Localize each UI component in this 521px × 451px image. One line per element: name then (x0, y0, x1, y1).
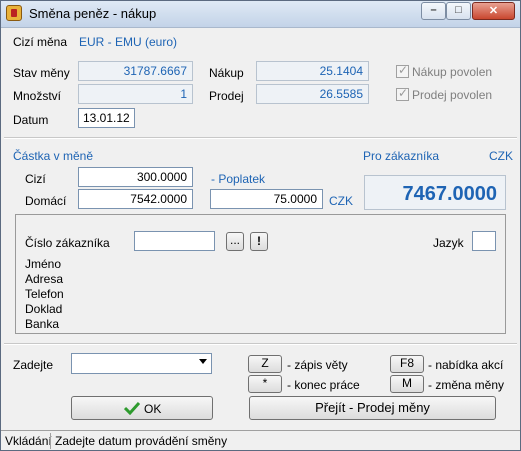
divider (4, 343, 517, 345)
purchase-rate-field: 25.1404 (256, 61, 369, 81)
document-label: Doklad (25, 302, 63, 316)
foreign-amount-input[interactable]: 300.0000 (78, 167, 193, 187)
amount-section-title: Částka v měně (13, 149, 94, 163)
foreign-amount-label: Cizí (25, 172, 46, 186)
shortcut-key-star[interactable]: * (248, 375, 282, 393)
language-label: Jazyk (433, 236, 464, 250)
ok-label: OK (144, 402, 162, 416)
check-icon (124, 401, 140, 415)
customer-total-label: Pro zákazníka (363, 149, 440, 163)
status-message: Zadejte datum provádění směny (55, 434, 228, 448)
title-bar[interactable]: Směna peněz - nákup – □ ✕ (1, 1, 520, 28)
quantity-field: 1 (78, 84, 193, 104)
foreign-currency-label: Cizí měna (13, 35, 68, 49)
shortcut-label-f8: - nabídka akcí (428, 358, 504, 372)
fee-input[interactable]: 75.0000 (210, 189, 323, 209)
fee-currency: CZK (329, 194, 353, 208)
quantity-label: Množství (13, 89, 62, 103)
customer-number-input[interactable] (134, 231, 215, 251)
chevron-down-icon[interactable] (199, 359, 207, 364)
shortcut-key-f8[interactable]: F8 (390, 355, 424, 373)
entry-combobox[interactable] (71, 353, 212, 374)
minimize-button[interactable]: – (421, 2, 446, 20)
customer-total-currency: CZK (489, 149, 513, 163)
address-label: Adresa (25, 272, 64, 286)
status-bar: Vkládání Zadejte datum provádění směny (1, 430, 520, 450)
browse-button[interactable]: ... (226, 232, 244, 251)
maximize-button[interactable]: □ (446, 2, 471, 20)
shortcut-key-z[interactable]: Z (248, 355, 282, 373)
name-label: Jméno (25, 257, 62, 271)
shortcut-label-z: - zápis věty (287, 358, 348, 372)
ok-button[interactable]: OK (71, 396, 213, 420)
status-mode: Vkládání (5, 434, 52, 448)
exchange-window: Směna peněz - nákup – □ ✕ Cizí měna EUR … (0, 0, 521, 451)
date-label: Datum (13, 113, 49, 127)
status-separator (50, 433, 51, 449)
sale-rate-label: Prodej (209, 89, 244, 103)
close-icon: ✕ (488, 5, 499, 17)
domestic-amount-input[interactable]: 7542.0000 (78, 189, 193, 209)
divider (4, 137, 517, 139)
switch-to-sale-button[interactable]: Přejít - Prodej měny (249, 396, 496, 420)
balance-field: 31787.6667 (78, 61, 193, 81)
purchase-rate-label: Nákup (209, 66, 244, 80)
customer-total-field: 7467.0000 (364, 175, 506, 210)
shortcut-label-star: - konec práce (287, 378, 360, 392)
sale-allowed-label: Prodej povolen (412, 88, 493, 102)
sale-allowed-checkbox[interactable] (396, 86, 409, 101)
sale-rate-field: 26.5585 (256, 84, 369, 104)
date-input[interactable]: 13.01.12 (78, 108, 135, 128)
language-input[interactable] (472, 231, 496, 251)
customer-number-label: Číslo zákazníka (25, 236, 110, 250)
close-button[interactable]: ✕ (472, 2, 515, 20)
entry-label: Zadejte (13, 358, 54, 372)
purchase-allowed-checkbox[interactable] (396, 63, 409, 78)
bank-label: Banka (25, 317, 60, 331)
purchase-allowed-label: Nákup povolen (412, 65, 493, 79)
window-title: Směna peněz - nákup (29, 6, 157, 21)
balance-label: Stav měny (13, 66, 70, 80)
app-icon (6, 5, 22, 21)
fee-label: - Poplatek (211, 172, 266, 186)
foreign-currency-value[interactable]: EUR - EMU (euro) (79, 35, 177, 49)
minimize-icon: – (430, 4, 437, 16)
shortcut-label-m: - změna měny (428, 378, 505, 392)
maximize-icon: □ (455, 4, 462, 16)
alert-button[interactable]: ! (250, 232, 268, 251)
domestic-amount-label: Domácí (25, 194, 67, 208)
shortcut-key-m[interactable]: M (390, 375, 424, 393)
phone-label: Telefon (25, 287, 64, 301)
